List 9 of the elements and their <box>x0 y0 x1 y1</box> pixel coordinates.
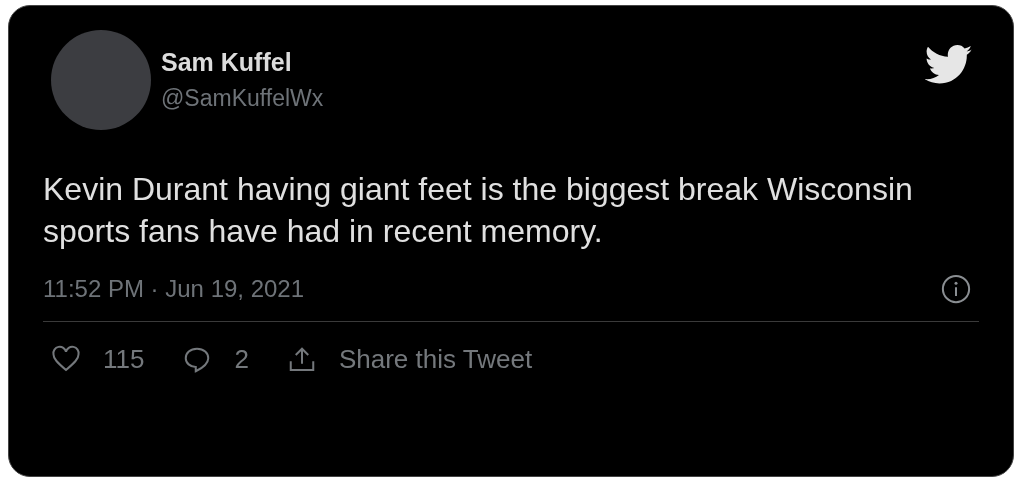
author-handle[interactable]: @SamKuffelWx <box>161 85 925 112</box>
reply-count[interactable]: 2 <box>234 344 249 375</box>
tweet-timestamp[interactable]: 11:52 PM · Jun 19, 2021 <box>43 275 305 303</box>
share-label[interactable]: Share this Tweet <box>338 344 533 375</box>
author-name[interactable]: Sam Kuffel <box>161 48 925 77</box>
info-icon[interactable] <box>941 274 971 304</box>
bird-icon <box>925 45 973 85</box>
tweet-text: Kevin Durant having giant feet is the biggest break Wisconsin sports fans have had in recent memory. <box>43 170 914 251</box>
like-count[interactable]: 115 <box>103 344 145 375</box>
